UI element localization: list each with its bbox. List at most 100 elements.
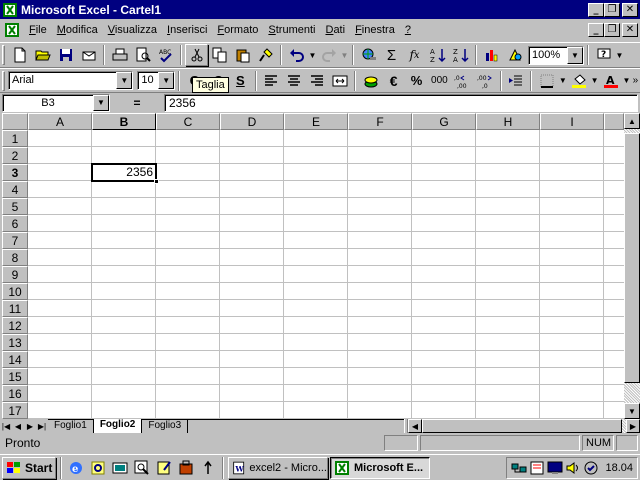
doc-minimize-button[interactable]: _ xyxy=(588,23,604,37)
font-color-dropdown-icon[interactable]: ▼ xyxy=(622,76,631,85)
help-assistant-button[interactable]: ? xyxy=(592,44,615,66)
menu-finestra[interactable]: Finestra xyxy=(350,24,400,36)
menu-modifica[interactable]: Modifica xyxy=(52,24,103,36)
horizontal-scroll-thumb[interactable] xyxy=(422,419,622,433)
scroll-down-button[interactable]: ▼ xyxy=(624,403,640,419)
toolbar-options-icon[interactable]: ▼ xyxy=(615,51,624,60)
workbook-icon[interactable] xyxy=(4,22,20,38)
scroll-left-button[interactable]: ◀ xyxy=(408,419,422,433)
tab-foglio3[interactable]: Foglio3 xyxy=(142,420,189,433)
chevron-down-icon[interactable]: ▼ xyxy=(116,72,133,89)
column-header-h[interactable]: H xyxy=(476,113,540,130)
select-all-corner[interactable] xyxy=(2,113,28,130)
chart-wizard-button[interactable] xyxy=(480,44,503,66)
prev-sheet-button[interactable]: ◀ xyxy=(12,419,24,433)
taskbar-excel[interactable]: Microsoft E... xyxy=(330,456,430,479)
column-header-i[interactable]: I xyxy=(540,113,604,130)
vertical-scrollbar[interactable]: ▲ ▼ xyxy=(624,113,640,419)
autosum-button[interactable]: Σ xyxy=(380,44,403,66)
formula-input[interactable]: 2356 xyxy=(164,93,638,112)
row-header-12[interactable]: 12 xyxy=(2,317,28,334)
cut-button[interactable] xyxy=(185,44,208,66)
redo-button[interactable] xyxy=(317,44,340,66)
quicklaunch-app[interactable] xyxy=(176,458,196,478)
vertical-scroll-thumb[interactable] xyxy=(624,133,640,383)
row-header-5[interactable]: 5 xyxy=(2,198,28,215)
euro-button[interactable]: € xyxy=(382,70,405,92)
row-header-7[interactable]: 7 xyxy=(2,232,28,249)
tab-foglio1[interactable]: Foglio1 xyxy=(48,420,94,433)
sort-ascending-button[interactable]: AZ xyxy=(426,44,449,66)
row-header-14[interactable]: 14 xyxy=(2,351,28,368)
hyperlink-button[interactable] xyxy=(357,44,380,66)
taskbar-excel2[interactable]: W excel2 - Micro... xyxy=(228,456,328,479)
fill-color-button[interactable] xyxy=(567,70,590,92)
first-sheet-button[interactable]: |◀ xyxy=(0,419,12,433)
menu-strumenti[interactable]: Strumenti xyxy=(263,24,320,36)
menu-formato[interactable]: Formato xyxy=(212,24,263,36)
column-header-e[interactable]: E xyxy=(284,113,348,130)
row-header-10[interactable]: 10 xyxy=(2,283,28,300)
font-color-button[interactable]: A xyxy=(599,70,622,92)
percent-button[interactable]: % xyxy=(405,70,428,92)
row-header-9[interactable]: 9 xyxy=(2,266,28,283)
column-header-b[interactable]: B xyxy=(92,113,156,130)
more-buttons-icon[interactable]: » xyxy=(631,75,640,86)
new-button[interactable] xyxy=(8,44,31,66)
column-header-a[interactable]: A xyxy=(28,113,92,130)
doc-restore-button[interactable]: ❐ xyxy=(604,23,620,37)
display-icon[interactable] xyxy=(547,460,563,476)
menu-help[interactable]: ? xyxy=(400,24,416,36)
menu-visualizza[interactable]: Visualizza xyxy=(103,24,162,36)
excel-app-icon[interactable] xyxy=(2,2,18,18)
quicklaunch-find[interactable] xyxy=(132,458,152,478)
column-header-g[interactable]: G xyxy=(412,113,476,130)
align-center-button[interactable] xyxy=(283,70,306,92)
menu-dati[interactable]: Dati xyxy=(320,24,350,36)
row-header-4[interactable]: 4 xyxy=(2,181,28,198)
quicklaunch-outlook[interactable] xyxy=(88,458,108,478)
scroll-up-button[interactable]: ▲ xyxy=(624,113,640,129)
decrease-decimal-button[interactable]: ,00,0 xyxy=(474,70,497,92)
row-header-1[interactable]: 1 xyxy=(2,130,28,147)
close-button[interactable]: ✕ xyxy=(622,2,638,17)
function-button[interactable]: fx xyxy=(403,44,426,66)
chevron-down-icon[interactable]: ▼ xyxy=(93,94,109,111)
email-button[interactable] xyxy=(77,44,100,66)
row-header-16[interactable]: 16 xyxy=(2,385,28,402)
column-header-overflow[interactable] xyxy=(604,113,624,130)
chevron-down-icon[interactable]: ▼ xyxy=(567,46,583,64)
row-header-2[interactable]: 2 xyxy=(2,147,28,164)
worksheet-grid[interactable]: ABCDEFGHI 1 2 3 4 5 6 7 8 9 10 11 12 13 14 15 16 17 xyxy=(0,113,640,419)
quicklaunch-desktop[interactable] xyxy=(110,458,130,478)
row-header-11[interactable]: 11 xyxy=(2,300,28,317)
spelling-button[interactable]: ABC xyxy=(154,44,177,66)
clock[interactable]: 18.04 xyxy=(605,462,633,474)
zoom-combo[interactable]: 100% ▼ xyxy=(528,45,584,65)
name-box[interactable]: B3 ▼ xyxy=(2,93,110,112)
column-header-c[interactable]: C xyxy=(156,113,220,130)
merge-center-button[interactable] xyxy=(328,70,351,92)
title-bar[interactable]: Microsoft Excel - Cartel1 _ ❐ ✕ xyxy=(0,0,640,19)
underline-button[interactable]: S xyxy=(229,70,252,92)
toolbar-grip[interactable] xyxy=(2,70,5,91)
start-button[interactable]: Start xyxy=(2,456,56,479)
print-button[interactable] xyxy=(108,44,131,66)
fill-handle[interactable] xyxy=(154,179,159,184)
font-name-combo[interactable]: Arial ▼ xyxy=(8,71,134,90)
restore-button[interactable]: ❐ xyxy=(604,2,620,17)
network-icon[interactable] xyxy=(511,460,527,476)
toolbar-grip[interactable] xyxy=(2,45,5,65)
align-right-button[interactable] xyxy=(306,70,329,92)
drawing-button[interactable] xyxy=(503,44,526,66)
chevron-down-icon[interactable]: ▼ xyxy=(158,72,175,89)
undo-dropdown-icon[interactable]: ▼ xyxy=(308,51,317,60)
align-left-button[interactable] xyxy=(260,70,283,92)
last-sheet-button[interactable]: ▶| xyxy=(36,419,48,433)
copy-button[interactable] xyxy=(208,44,231,66)
antivirus-icon[interactable] xyxy=(583,460,599,476)
save-button[interactable] xyxy=(54,44,77,66)
next-sheet-button[interactable]: ▶ xyxy=(24,419,36,433)
doc-close-button[interactable]: ✕ xyxy=(622,23,638,37)
quicklaunch-ie[interactable]: e xyxy=(66,458,86,478)
